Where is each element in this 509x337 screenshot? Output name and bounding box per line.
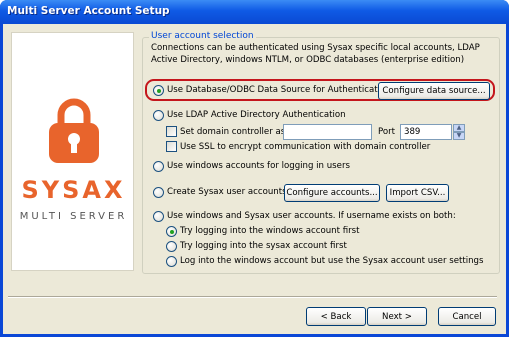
configure-accounts-button[interactable]: Configure accounts... <box>284 184 380 202</box>
brand-name: SYSAX <box>21 176 126 204</box>
cancel-button[interactable]: Cancel <box>438 307 496 326</box>
radio-try-windows-first[interactable] <box>166 226 177 237</box>
lock-icon <box>45 95 103 165</box>
port-input[interactable] <box>400 124 452 140</box>
configure-data-source-button[interactable]: Configure data source... <box>378 82 490 100</box>
radio-windows-accounts-label: Use windows accounts for logging in user… <box>167 161 350 171</box>
logo-panel: SYSAX MULTI SERVER <box>11 32 134 271</box>
title-bar[interactable]: Multi Server Account Setup <box>0 0 509 24</box>
radio-windows-with-sysax-settings[interactable] <box>166 256 177 267</box>
spinner-down-icon[interactable]: ▼ <box>453 132 465 140</box>
group-title: User account selection <box>149 31 256 41</box>
radio-try-sysax-first[interactable] <box>166 241 177 252</box>
brand-subtitle: MULTI SERVER <box>19 211 128 222</box>
try-windows-first-label: Try logging into the windows account fir… <box>180 226 360 236</box>
window-title: Multi Server Account Setup <box>7 5 170 17</box>
spinner-up-icon[interactable]: ▲ <box>453 124 465 132</box>
group-description: Connections can be authenticated using S… <box>151 43 480 65</box>
radio-sysax-accounts[interactable] <box>153 187 164 198</box>
port-label: Port <box>378 127 396 137</box>
try-sysax-first-label: Try logging into the sysax account first <box>180 241 347 251</box>
user-account-groupbox <box>142 37 500 274</box>
back-button[interactable]: < Back <box>306 307 366 326</box>
port-spinner[interactable]: ▲ ▼ <box>453 124 465 140</box>
radio-windows-accounts[interactable] <box>153 161 164 172</box>
import-csv-button[interactable]: Import CSV... <box>386 184 449 202</box>
radio-database-odbc-label: Use Database/ODBC Data Source for Authen… <box>167 85 391 95</box>
domain-controller-input[interactable] <box>283 124 372 140</box>
use-ssl-label: Use SSL to encrypt communication with do… <box>180 142 431 152</box>
radio-windows-and-sysax-label: Use windows and Sysax user accounts. If … <box>167 211 456 221</box>
next-button[interactable]: Next > <box>367 307 427 326</box>
footer-separator <box>8 296 497 298</box>
radio-windows-and-sysax[interactable] <box>153 211 164 222</box>
dialog-body: SYSAX MULTI SERVER <box>3 24 506 334</box>
checkbox-set-domain-controller[interactable] <box>166 126 177 137</box>
radio-ldap[interactable] <box>153 110 164 121</box>
radio-ldap-label: Use LDAP Active Directory Authentication <box>167 110 346 120</box>
radio-database-odbc[interactable] <box>153 85 164 96</box>
checkbox-use-ssl[interactable] <box>166 141 177 152</box>
windows-with-sysax-settings-label: Log into the windows account but use the… <box>180 256 484 266</box>
set-domain-controller-label: Set domain controller as <box>180 127 286 137</box>
radio-sysax-accounts-label: Create Sysax user accounts <box>167 187 287 197</box>
